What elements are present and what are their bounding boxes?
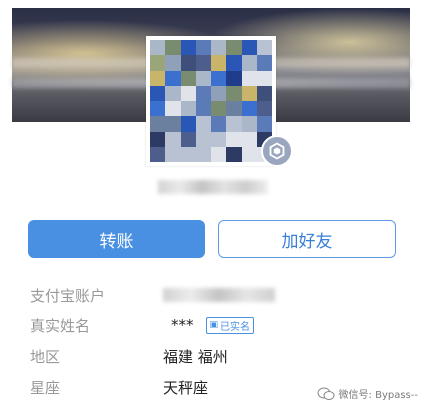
real-name-value: *** bbox=[171, 316, 194, 334]
zodiac-value: 天秤座 bbox=[163, 378, 209, 397]
add-friend-button[interactable]: 加好友 bbox=[218, 220, 396, 258]
account-value-redacted bbox=[163, 288, 275, 302]
info-row-region: 地区 福建 福州 bbox=[30, 344, 228, 368]
verified-badge-label: 已实名 bbox=[220, 321, 251, 333]
verified-badge: ▣ 已实名 bbox=[205, 316, 255, 334]
account-label: 支付宝账户 bbox=[30, 286, 106, 305]
wechat-watermark: 微信号: Bypass-- bbox=[317, 386, 418, 401]
region-label: 地区 bbox=[30, 347, 61, 366]
region-value: 福建 福州 bbox=[163, 347, 228, 366]
zodiac-label: 星座 bbox=[30, 378, 61, 397]
wechat-icon bbox=[317, 387, 335, 400]
transfer-button[interactable]: 转账 bbox=[28, 220, 205, 258]
info-row-account: 支付宝账户 bbox=[30, 283, 275, 307]
avatar[interactable] bbox=[146, 36, 276, 166]
nickname-redacted bbox=[158, 180, 268, 194]
info-row-zodiac: 星座 天秤座 bbox=[30, 375, 208, 399]
verified-shield-icon[interactable] bbox=[261, 135, 293, 167]
real-name-label: 真实姓名 bbox=[30, 316, 91, 335]
id-card-icon: ▣ bbox=[209, 320, 219, 330]
info-row-real-name: 真实姓名 *** ▣ 已实名 bbox=[30, 313, 255, 337]
watermark-text: 微信号: Bypass-- bbox=[338, 390, 418, 401]
